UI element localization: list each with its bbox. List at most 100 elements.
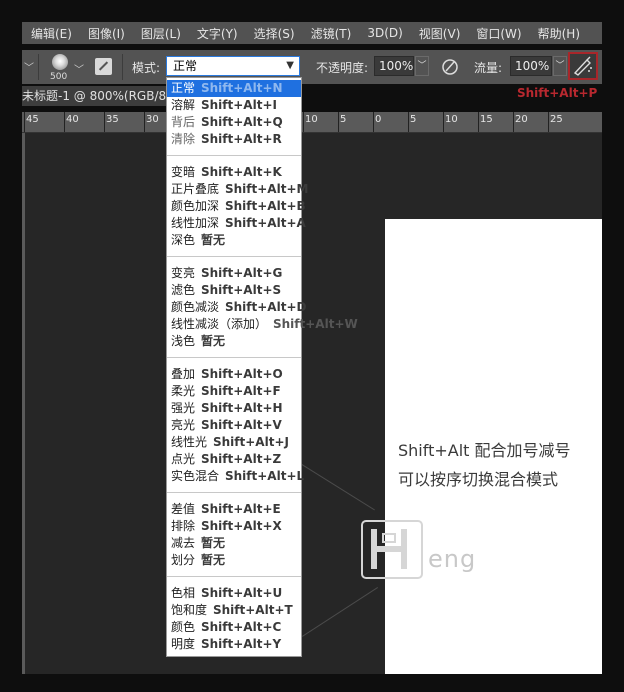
ruler-label: 20 — [515, 114, 528, 125]
blend-mode-option[interactable]: 正常 Shift+Alt+N — [167, 80, 301, 97]
blend-mode-option[interactable]: 正片叠底 Shift+Alt+M — [167, 181, 308, 198]
document-tab[interactable]: 未标题-1 @ 800%(RGB/8#) — [22, 86, 167, 106]
blend-mode-shortcut: Shift+Alt+M — [225, 182, 309, 196]
blend-mode-option[interactable]: 浅色 暂无 — [167, 333, 301, 350]
opacity-chevron-icon[interactable]: ﹀ — [415, 56, 429, 76]
blend-mode-name: 强光 — [171, 401, 196, 415]
blend-mode-dropdown: 正常 Shift+Alt+N 溶解 Shift+Alt+I 背后 Shift+Alt+Q 清… — [166, 77, 358, 657]
blend-mode-option[interactable]: 柔光 Shift+Alt+F — [167, 383, 301, 400]
menu-item[interactable]: 视图(V) — [410, 25, 468, 42]
blend-mode-shortcut: Shift+Alt+C — [201, 620, 282, 634]
blend-mode-name: 颜色加深 — [171, 199, 220, 213]
menu-item[interactable]: 图像(I) — [79, 25, 132, 42]
blend-mode-option[interactable]: 叠加 Shift+Alt+O — [167, 366, 301, 383]
menu-item[interactable]: 编辑(E) — [22, 25, 79, 42]
blend-mode-shortcut: Shift+Alt+F — [201, 384, 281, 398]
brush-preview-icon[interactable] — [52, 54, 68, 70]
blend-mode-name: 线性减淡（添加） — [171, 317, 268, 331]
blend-mode-name: 点光 — [171, 452, 196, 466]
blend-mode-shortcut: Shift+Alt+X — [201, 519, 282, 533]
ruler-tick — [443, 112, 444, 132]
airbrush-shortcut-label: Shift+Alt+P — [517, 86, 598, 100]
blend-mode-option[interactable]: 溶解 Shift+Alt+I — [167, 97, 301, 114]
opacity-input[interactable]: 100% — [374, 56, 414, 76]
ruler-label: 0 — [375, 114, 382, 125]
blend-mode-shortcut: Shift+Alt+B — [225, 199, 306, 213]
blend-mode-name: 背后 — [171, 115, 196, 129]
ruler-tick — [64, 112, 65, 132]
ruler-tick — [513, 112, 514, 132]
menu-item[interactable]: 图层(L) — [132, 25, 188, 42]
blend-mode-shortcut: 暂无 — [201, 553, 226, 567]
blend-mode-select[interactable]: 正常 ▼ — [166, 56, 300, 76]
blend-mode-shortcut: Shift+Alt+H — [201, 401, 283, 415]
blend-mode-option[interactable]: 深色 暂无 — [167, 232, 301, 249]
blend-mode-shortcut: Shift+Alt+G — [201, 266, 283, 280]
menu-item[interactable]: 帮助(H) — [529, 25, 587, 42]
ruler-label: 5 — [340, 114, 347, 125]
blend-mode-shortcut: Shift+Alt+D — [225, 300, 307, 314]
blend-mode-option[interactable]: 点光 Shift+Alt+Z — [167, 451, 301, 468]
blend-mode-shortcut: Shift+Alt+L — [225, 469, 305, 483]
blend-mode-shortcut: Shift+Alt+U — [201, 586, 283, 600]
ruler-tick — [338, 112, 339, 132]
blend-mode-option[interactable]: 颜色 Shift+Alt+C — [167, 619, 301, 636]
menu-separator — [167, 155, 301, 156]
blend-mode-shortcut: 暂无 — [201, 334, 226, 348]
blend-mode-option[interactable]: 颜色加深 Shift+Alt+B — [167, 198, 306, 215]
menu-item[interactable]: 选择(S) — [245, 25, 302, 42]
blend-mode-option[interactable]: 色相 Shift+Alt+U — [167, 585, 301, 602]
blend-mode-shortcut: Shift+Alt+K — [201, 165, 282, 179]
brush-panel-toggle-icon[interactable] — [95, 58, 112, 75]
blend-mode-name: 溶解 — [171, 98, 196, 112]
blend-mode-option[interactable]: 饱和度 Shift+Alt+T — [167, 602, 301, 619]
airbrush-button[interactable] — [568, 52, 598, 80]
blend-mode-option[interactable]: 背后 Shift+Alt+Q — [167, 114, 301, 131]
blend-mode-shortcut: Shift+Alt+T — [213, 603, 293, 617]
blend-mode-option[interactable]: 变暗 Shift+Alt+K — [167, 164, 301, 181]
menu-item[interactable]: 文字(Y) — [188, 25, 245, 42]
blend-mode-option[interactable]: 颜色减淡 Shift+Alt+D — [167, 299, 306, 316]
chevron-down-icon: ▼ — [286, 60, 294, 71]
blend-mode-option[interactable]: 线性减淡（添加） Shift+Alt+W — [167, 316, 358, 333]
blend-mode-option[interactable]: 减去 暂无 — [167, 535, 301, 552]
menu-item[interactable]: 3D(D) — [358, 26, 409, 40]
blend-mode-option[interactable]: 实色混合 Shift+Alt+L — [167, 468, 305, 485]
flow-chevron-icon[interactable]: ﹀ — [553, 56, 567, 76]
blend-mode-option[interactable]: 亮光 Shift+Alt+V — [167, 417, 301, 434]
blend-mode-name: 叠加 — [171, 367, 196, 381]
tool-preset-chevron-icon[interactable]: ﹀ — [24, 59, 34, 74]
brush-size-label: 500 — [50, 72, 68, 82]
blend-mode-name: 清除 — [171, 132, 196, 146]
blend-mode-name: 划分 — [171, 553, 196, 567]
menu-item[interactable]: 滤镜(T) — [302, 25, 359, 42]
blend-mode-option[interactable]: 滤色 Shift+Alt+S — [167, 282, 301, 299]
blend-mode-name: 色相 — [171, 586, 196, 600]
blend-mode-option[interactable]: 变亮 Shift+Alt+G — [167, 265, 301, 282]
horizontal-ruler: 45 40 35 30 10 5 0 5 10 15 20 25 — [22, 112, 602, 133]
flow-input[interactable]: 100% — [510, 56, 552, 76]
menu-separator — [167, 357, 301, 358]
brush-picker-chevron-icon[interactable]: ﹀ — [74, 61, 84, 76]
blend-mode-option[interactable]: 清除 Shift+Alt+R — [167, 131, 301, 148]
blend-mode-name: 饱和度 — [171, 603, 208, 617]
blend-mode-option[interactable]: 差值 Shift+Alt+E — [167, 501, 301, 518]
ruler-tick — [24, 112, 25, 132]
blend-mode-option[interactable]: 线性光 Shift+Alt+J — [167, 434, 301, 451]
blend-mode-option[interactable]: 排除 Shift+Alt+X — [167, 518, 301, 535]
blend-mode-name: 线性加深 — [171, 216, 220, 230]
ruler-label: 45 — [26, 114, 39, 125]
ruler-tick — [548, 112, 549, 132]
ruler-label: 25 — [550, 114, 563, 125]
blend-mode-option[interactable]: 线性加深 Shift+Alt+A — [167, 215, 306, 232]
ruler-label: 5 — [410, 114, 417, 125]
menu-item[interactable]: 窗口(W) — [467, 25, 528, 42]
pressure-opacity-icon[interactable] — [440, 57, 460, 77]
note-line-1: Shift+Alt 配合加号减号 — [398, 441, 571, 460]
blend-mode-shortcut: 暂无 — [201, 233, 226, 247]
heng-logo — [361, 520, 423, 579]
blend-mode-option[interactable]: 划分 暂无 — [167, 552, 301, 569]
blend-mode-option[interactable]: 强光 Shift+Alt+H — [167, 400, 301, 417]
blend-mode-shortcut: Shift+Alt+Z — [201, 452, 282, 466]
blend-mode-option[interactable]: 明度 Shift+Alt+Y — [167, 636, 301, 653]
